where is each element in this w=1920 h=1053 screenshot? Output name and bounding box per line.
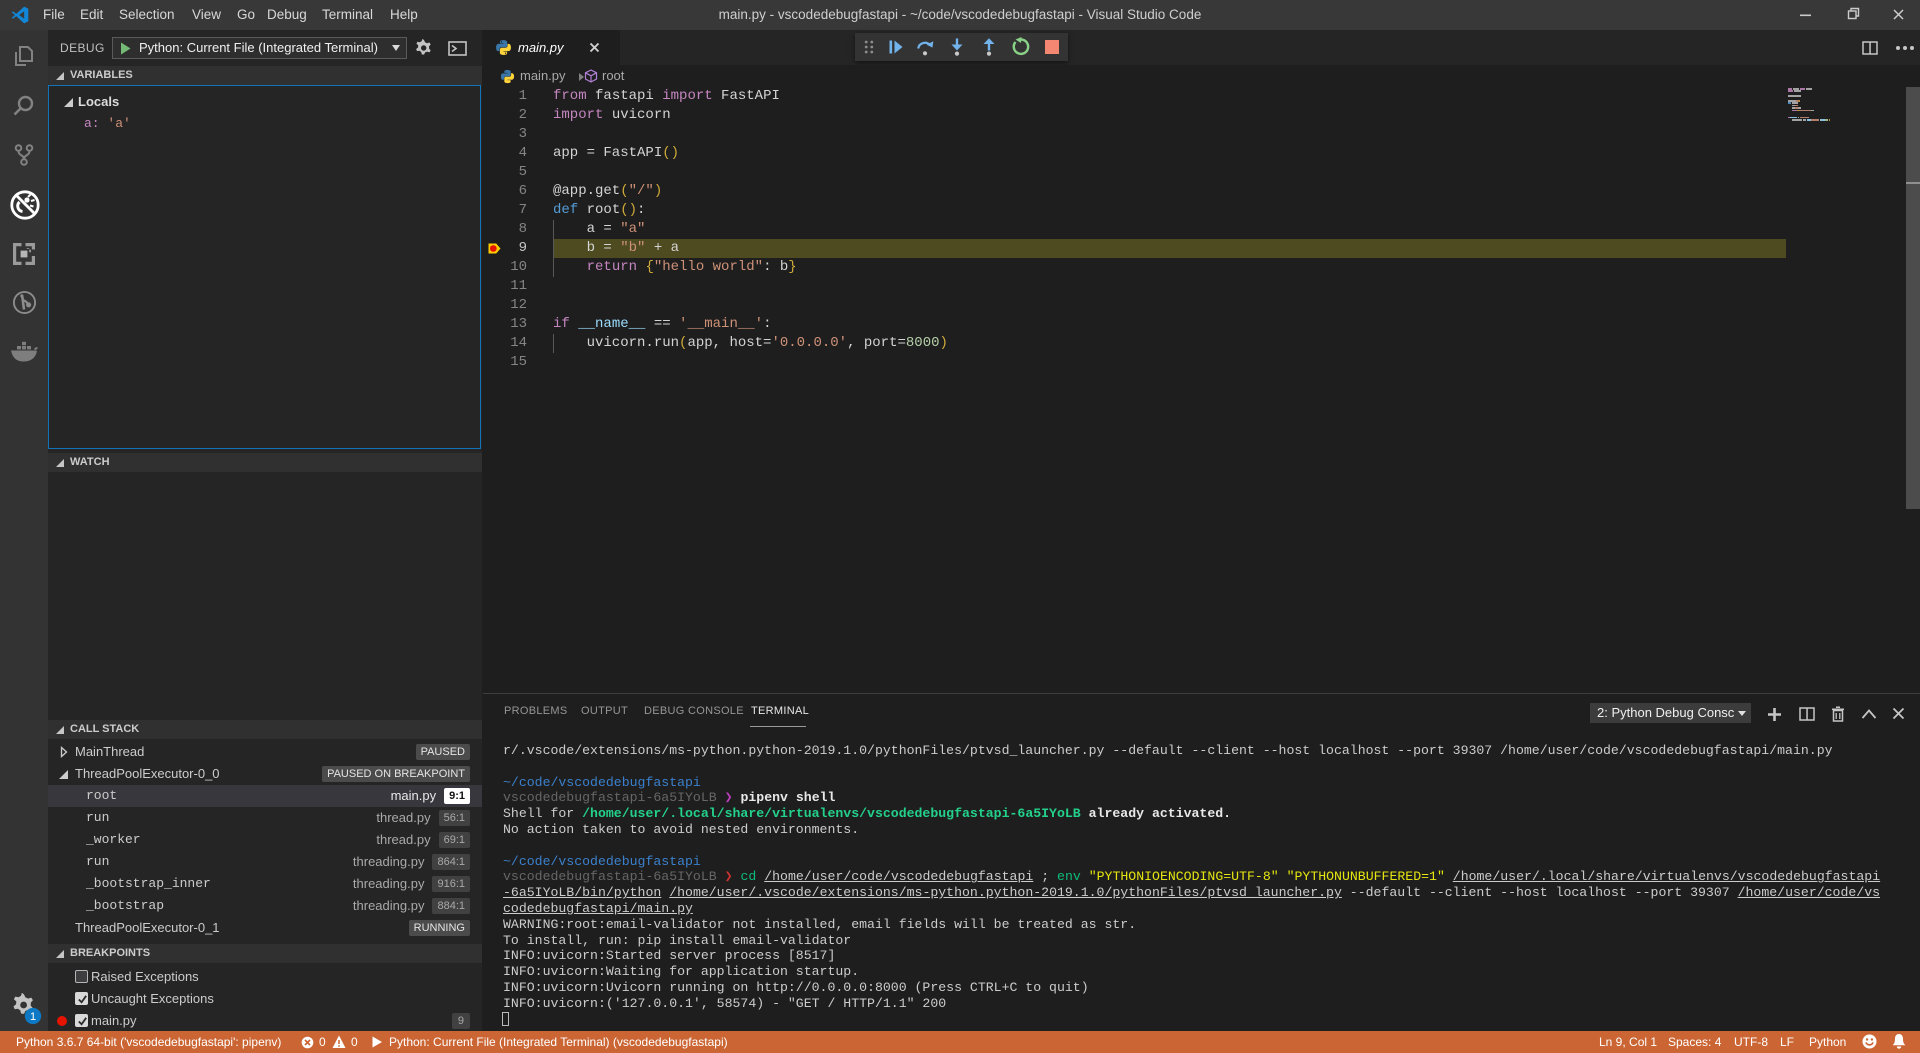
svg-text:1: 1: [30, 1011, 36, 1023]
